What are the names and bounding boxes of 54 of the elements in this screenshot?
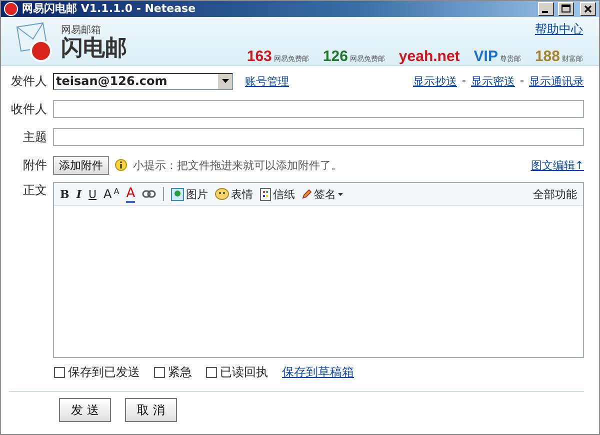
checkbox[interactable] xyxy=(54,367,65,378)
field-label: 收件人 xyxy=(10,100,47,118)
brand-logo[interactable]: yeah.net xyxy=(398,48,460,65)
brand-logo[interactable]: 126 xyxy=(322,48,348,65)
send-button[interactable]: 发 送 xyxy=(59,398,111,422)
stationery-button[interactable]: 信纸 xyxy=(260,186,296,202)
add-attachment-button[interactable]: 添加附件 xyxy=(53,156,109,174)
link-separator: - xyxy=(462,74,466,88)
checkbox[interactable] xyxy=(206,367,217,378)
picture-button[interactable]: 图片 xyxy=(171,186,208,202)
italic-button[interactable]: I xyxy=(76,188,82,200)
option-label: 紧急 xyxy=(168,364,192,381)
sender-dropdown[interactable]: teisan@126.com xyxy=(53,72,233,90)
caret-icon xyxy=(338,192,344,196)
show-field-link[interactable]: 显示通讯录 xyxy=(529,74,584,88)
cancel-button[interactable]: 取 消 xyxy=(125,398,177,422)
show-field-link[interactable]: 显示密送 xyxy=(471,74,516,88)
product-subtitle: 网易邮箱 xyxy=(61,24,102,36)
checkbox[interactable] xyxy=(154,367,165,378)
option-label: 保存到已发送 xyxy=(68,364,140,381)
caret-icon xyxy=(222,79,228,83)
underline-button[interactable]: U xyxy=(88,188,97,200)
attachment-tip: 小提示：把文件拖进来就可以添加附件了。 xyxy=(133,158,342,172)
field-label: 正文 xyxy=(22,182,47,199)
window-title: 网易闪电邮 V1.1.1.0 - Netease xyxy=(22,1,197,16)
save-draft-link[interactable]: 保存到草稿箱 xyxy=(282,364,354,381)
bold-button[interactable]: B xyxy=(60,188,70,200)
pencil-icon xyxy=(302,189,312,199)
subject-field[interactable] xyxy=(53,128,584,146)
show-field-link[interactable]: 显示抄送 xyxy=(413,74,458,88)
product-name: 闪电邮 xyxy=(61,36,127,61)
field-label: 附件 xyxy=(22,156,47,174)
emoticon-button[interactable]: 表情 xyxy=(215,186,254,202)
chain-link-icon[interactable] xyxy=(142,190,156,198)
close-button[interactable] xyxy=(580,2,596,16)
account-management-link[interactable]: 账号管理 xyxy=(245,74,289,88)
document-icon xyxy=(260,188,272,200)
maximize-button[interactable] xyxy=(558,2,574,16)
smiley-icon xyxy=(215,188,230,200)
font-color-button[interactable]: A xyxy=(126,186,136,202)
info-icon xyxy=(115,159,127,171)
brand-logo[interactable]: VIP xyxy=(474,48,498,65)
all-features-button[interactable]: 全部功能 xyxy=(533,186,577,202)
minimize-button[interactable] xyxy=(538,2,554,16)
rich-text-toggle-link[interactable]: 图文编辑↑ xyxy=(530,158,584,172)
recipient-field[interactable] xyxy=(53,100,584,118)
field-label: 发件人 xyxy=(10,72,47,90)
help-center-link[interactable]: 帮助中心 xyxy=(535,20,583,38)
option-label: 已读回执 xyxy=(220,364,268,381)
picture-icon xyxy=(171,188,184,200)
field-label: 主题 xyxy=(22,128,47,146)
brand-logo[interactable]: 163 xyxy=(246,48,272,65)
signature-dropdown[interactable]: 签名 xyxy=(302,186,344,202)
link-separator: - xyxy=(520,74,524,88)
